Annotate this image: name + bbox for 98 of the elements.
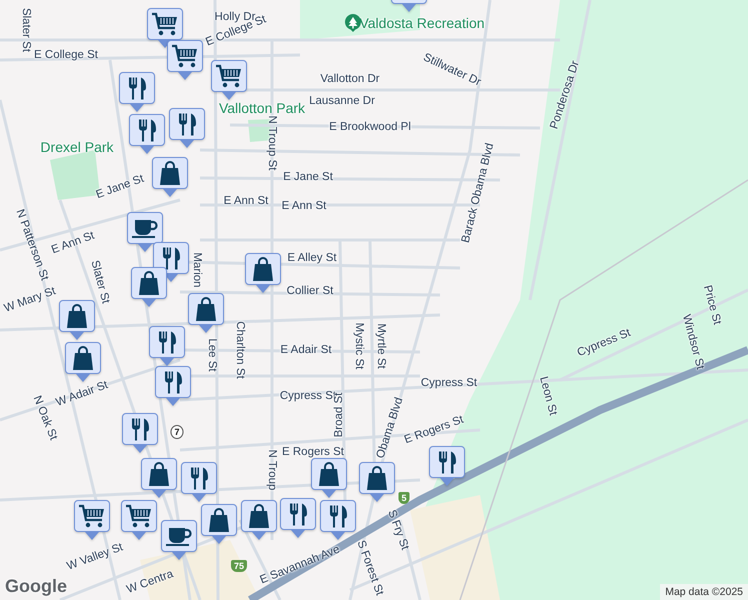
shopping-bag-icon	[365, 465, 389, 491]
restaurant-pin[interactable]	[118, 72, 156, 112]
street-label: Collier St	[286, 285, 334, 297]
grocery-store-pin[interactable]	[120, 500, 158, 540]
store-pin[interactable]	[140, 458, 178, 498]
restaurant-pin[interactable]	[152, 242, 190, 282]
street-label: W Valley St	[65, 541, 125, 573]
fork-knife-icon	[288, 502, 308, 526]
shopping-cart-icon	[151, 11, 179, 37]
map-attribution: Map data ©2025	[660, 584, 748, 600]
street-label: Broad St	[333, 392, 345, 438]
park-label: Vallotton Park	[218, 100, 306, 116]
street-label: N Troup	[266, 450, 278, 490]
street-label: W Mary St	[2, 285, 58, 315]
street-label: E Adair St	[280, 344, 332, 356]
street-label: Vallotton Dr	[320, 73, 380, 85]
street-label: E Rogers St	[282, 446, 344, 458]
shopping-bag-icon	[207, 507, 231, 533]
store-pin[interactable]	[240, 500, 278, 540]
street-label: Obama Blvd	[374, 396, 406, 460]
shopping-bag-icon	[194, 296, 218, 322]
shopping-bag-icon	[158, 160, 182, 186]
street-label: Lee St	[206, 338, 218, 372]
fork-knife-icon	[438, 450, 456, 474]
fork-knife-icon	[158, 330, 176, 354]
fork-knife-icon	[130, 418, 150, 440]
shopping-bag-icon	[137, 270, 161, 296]
street-label: Charlton St	[234, 321, 246, 379]
restaurant-pin[interactable]	[168, 108, 206, 148]
street-label: E College St	[34, 49, 98, 61]
grocery-store-pin[interactable]	[146, 8, 184, 48]
store-pin[interactable]	[187, 293, 225, 333]
street-label: E Alley St	[287, 252, 337, 264]
restaurant-pin[interactable]	[180, 462, 218, 502]
street-label: E Ann St	[224, 195, 268, 207]
restaurant-pin[interactable]	[279, 498, 317, 538]
interstate-shield: 75	[231, 560, 247, 572]
fork-knife-icon	[138, 118, 156, 142]
street-label: E Ann St	[50, 230, 96, 256]
store-pin[interactable]	[310, 458, 348, 498]
fork-knife-icon	[164, 370, 182, 394]
fork-knife-icon	[328, 504, 348, 528]
store-pin[interactable]	[200, 504, 238, 544]
park-label: Valdosta Recreation	[359, 15, 485, 31]
restaurant-pin[interactable]	[128, 114, 166, 154]
grocery-store-pin[interactable]	[166, 40, 204, 80]
park-label: Drexel Park	[40, 139, 114, 155]
street-label: E Brookwood Pl	[329, 121, 411, 133]
street-label: Marion	[191, 252, 203, 288]
street-label: Holly Dr	[214, 11, 256, 23]
grocery-store-pin[interactable]	[210, 60, 248, 100]
shopping-bag-icon	[65, 303, 89, 329]
street-label: Slater St	[88, 259, 112, 305]
store-pin[interactable]	[244, 253, 282, 293]
street-label: E Jane St	[283, 171, 333, 183]
grocery-store-pin[interactable]	[73, 500, 111, 540]
street-label: E Jane St	[94, 172, 146, 202]
street-label: Lausanne Dr	[309, 95, 375, 107]
store-pin[interactable]	[130, 267, 168, 307]
shopping-bag-icon	[317, 461, 341, 487]
street-label: Leon St	[537, 375, 559, 417]
street-label: E Rogers St	[402, 414, 466, 446]
restaurant-pin[interactable]	[319, 500, 357, 540]
fork-knife-icon	[178, 112, 196, 136]
tree-icon	[344, 13, 362, 33]
shopping-bag-icon	[247, 503, 271, 529]
restaurant-pin[interactable]	[121, 413, 159, 453]
street-label: W Centra	[125, 568, 175, 596]
street-label: Barack Obama Blvd	[460, 142, 496, 244]
street-label: Cypress St	[420, 377, 478, 389]
street-label: Slater St	[20, 8, 32, 52]
restaurant-pin[interactable]	[148, 326, 186, 366]
fork-knife-icon	[128, 76, 146, 100]
fork-knife-icon	[162, 246, 180, 270]
shopping-cart-icon	[215, 63, 243, 89]
street-label: E Ann St	[282, 200, 326, 212]
shopping-cart-icon	[78, 503, 106, 529]
street-label: S Fry St	[385, 508, 411, 552]
store-pin[interactable]	[358, 462, 396, 502]
fork-knife-icon	[190, 466, 208, 490]
shopping-cart-icon	[125, 503, 153, 529]
shopping-cart-icon	[171, 43, 199, 69]
street-label: Mystic St	[353, 322, 365, 370]
shopping-bag-icon	[147, 461, 171, 487]
store-pin[interactable]	[64, 342, 102, 382]
restaurant-pin[interactable]	[428, 446, 466, 486]
cafe-pin[interactable]	[126, 212, 164, 252]
store-pin[interactable]	[58, 300, 96, 340]
shopping-bag-icon	[71, 345, 95, 371]
map-logo-text: Google	[5, 576, 67, 597]
street-label: W Adair St	[54, 379, 110, 409]
street-label: S Forest St	[354, 538, 386, 598]
cafe-pin[interactable]	[160, 520, 198, 560]
shopping-bag-icon	[251, 256, 275, 282]
restaurant-pin[interactable]	[154, 366, 192, 406]
street-label: N Troup St	[266, 116, 278, 170]
store-pin[interactable]	[151, 157, 189, 197]
street-label: Myrtle St	[375, 323, 387, 369]
